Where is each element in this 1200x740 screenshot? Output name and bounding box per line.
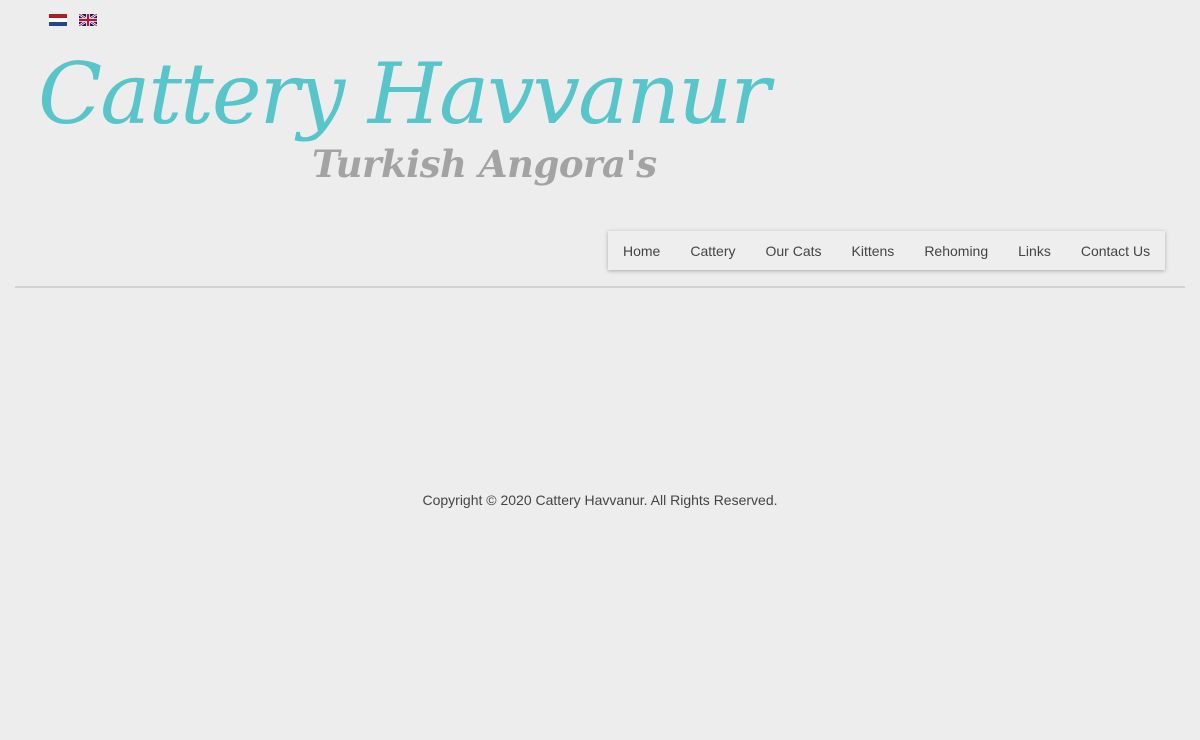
logo-subtitle: Turkish Angora's [312,142,657,186]
logo-title: Cattery Havvanur [38,45,771,143]
dutch-flag-icon[interactable] [49,14,67,26]
site-logo[interactable]: Cattery Havvanur Turkish Angora's [36,52,771,202]
header-divider [15,286,1185,288]
main-navigation: Home Cattery Our Cats Kittens Rehoming L… [608,231,1165,270]
footer-copyright: Copyright © 2020 Cattery Havvanur. All R… [422,492,778,508]
nav-item-contact-us[interactable]: Contact Us [1081,243,1150,259]
nav-item-links[interactable]: Links [1018,243,1051,259]
nav-item-our-cats[interactable]: Our Cats [765,243,821,259]
nav-item-kittens[interactable]: Kittens [852,243,895,259]
nav-item-cattery[interactable]: Cattery [690,243,735,259]
uk-flag-icon[interactable] [79,14,97,26]
nav-item-rehoming[interactable]: Rehoming [924,243,988,259]
nav-item-home[interactable]: Home [623,243,660,259]
language-switcher [49,14,97,26]
